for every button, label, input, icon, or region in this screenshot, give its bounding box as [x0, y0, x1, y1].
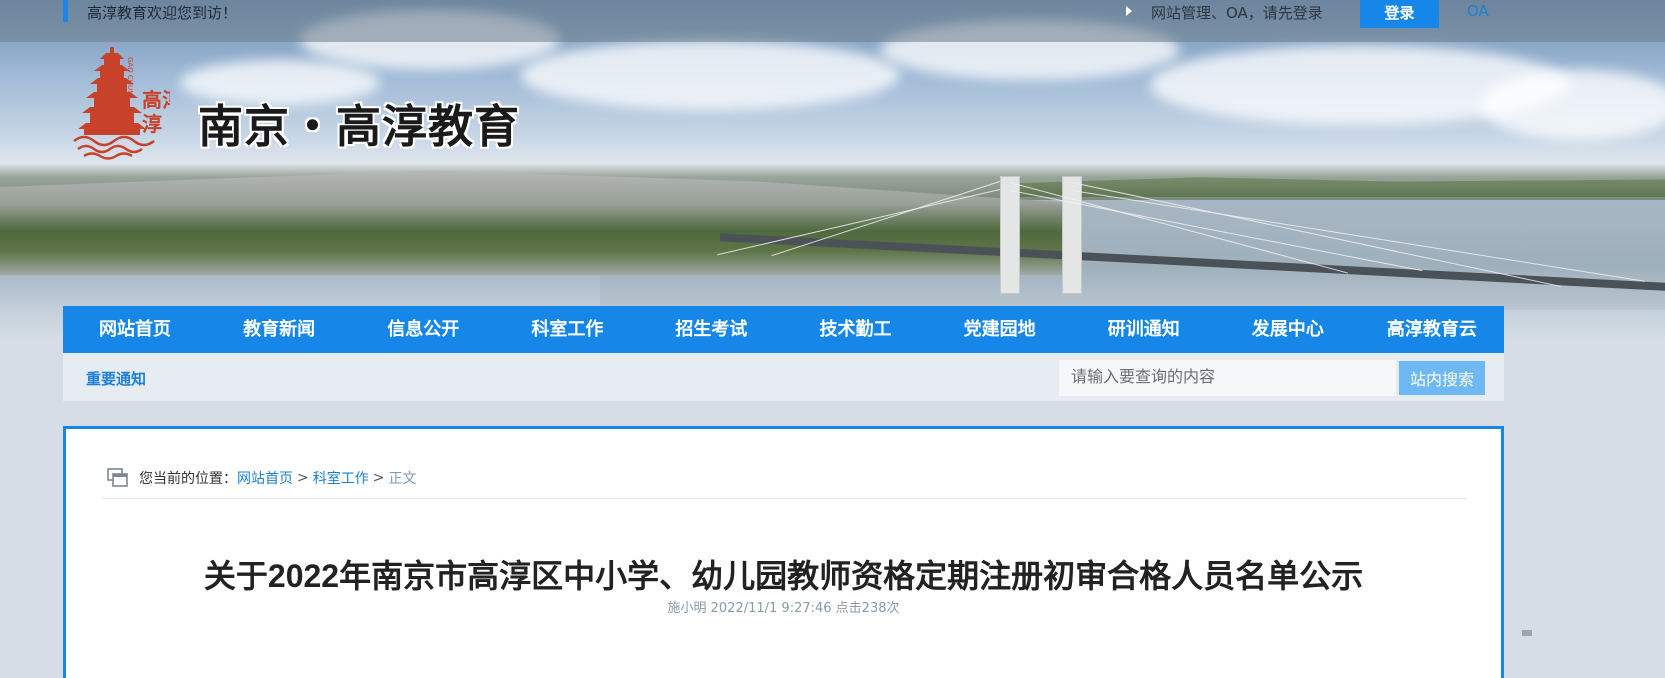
nav-item-admissions[interactable]: 招生考试 — [639, 306, 783, 353]
scroll-indicator[interactable] — [1522, 630, 1532, 636]
site-search-button[interactable]: 站内搜索 — [1399, 361, 1485, 395]
breadcrumb-separator: > — [372, 470, 385, 486]
nav-item-training-notices[interactable]: 研训通知 — [1072, 306, 1216, 353]
breadcrumb-home-link[interactable]: 网站首页 — [237, 468, 293, 488]
nav-item-home[interactable]: 网站首页 — [63, 306, 207, 353]
nav-item-education-cloud[interactable]: 高淳教育云 — [1360, 306, 1504, 353]
nav-item-education-news[interactable]: 教育新闻 — [207, 306, 351, 353]
top-bar: 高淳教育欢迎您到访！ 网站管理、OA，请先登录 登录 OA — [0, 0, 1665, 42]
nav-item-info-disclosure[interactable]: 信息公开 — [351, 306, 495, 353]
login-button[interactable]: 登录 — [1360, 0, 1439, 28]
article-title: 关于2022年南京市高淳区中小学、幼儿园教师资格定期注册初审合格人员名单公示 — [203, 558, 1364, 594]
pagoda-logo-icon: 高淳 淳 GAO CHUN — [73, 47, 182, 160]
windows-stack-icon — [107, 468, 129, 488]
site-logo[interactable]: 高淳 淳 GAO CHUN — [70, 45, 182, 163]
nav-item-technical-services[interactable]: 技术勤工 — [783, 306, 927, 353]
nav-item-party-building[interactable]: 党建园地 — [928, 306, 1072, 353]
nav-item-development-center[interactable]: 发展中心 — [1216, 306, 1360, 353]
article-meta: 施小明 2022/11/1 9:27:46 点击238次 — [667, 601, 900, 616]
breadcrumb-divider — [102, 498, 1467, 499]
top-bar-marker — [63, 0, 68, 22]
important-notice-link[interactable]: 重要通知 — [86, 368, 146, 389]
notice-search-bar: 重要通知 站内搜索 — [63, 353, 1504, 401]
site-title: 南京・高淳教育 — [198, 100, 521, 153]
login-hint-text: 网站管理、OA，请先登录 — [1151, 4, 1323, 22]
breadcrumb-prefix: 您当前的位置： — [139, 471, 237, 487]
main-nav: 网站首页 教育新闻 信息公开 科室工作 招生考试 技术勤工 党建园地 研训通知 … — [63, 306, 1504, 353]
breadcrumb-separator: > — [297, 470, 309, 486]
breadcrumb-current: 正文 — [388, 471, 417, 487]
breadcrumb-section-link[interactable]: 科室工作 — [313, 468, 369, 488]
svg-text:高淳: 高淳 — [142, 88, 170, 112]
breadcrumb: 您当前的位置： 网站首页 > 科室工作 > 正文 — [107, 466, 416, 490]
oa-link[interactable]: OA — [1467, 2, 1489, 20]
nav-item-department-work[interactable]: 科室工作 — [495, 306, 639, 353]
welcome-text: 高淳教育欢迎您到访！ — [87, 4, 238, 22]
svg-text:淳: 淳 — [142, 112, 162, 136]
header-banner-photo — [0, 0, 1665, 340]
article-panel: 您当前的位置： 网站首页 > 科室工作 > 正文 关于2022年南京市高淳区中小… — [63, 426, 1504, 678]
svg-text:GAO CHUN: GAO CHUN — [126, 57, 134, 95]
play-arrow-icon — [1126, 6, 1132, 16]
search-input[interactable] — [1059, 360, 1396, 396]
